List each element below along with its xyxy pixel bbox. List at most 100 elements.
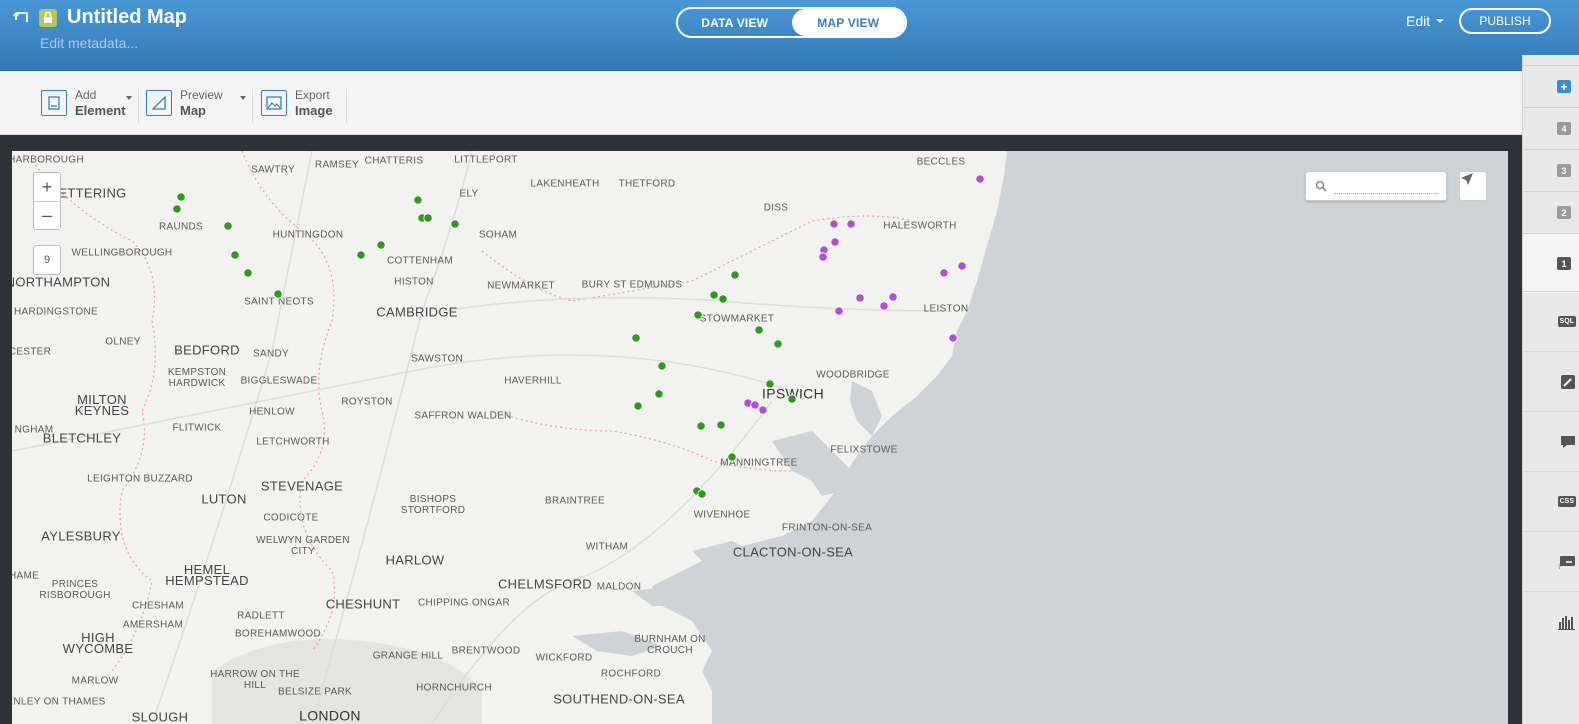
infowindow-tool[interactable]	[1523, 411, 1579, 471]
sql-icon: SQL	[1557, 316, 1576, 327]
map-point-purple[interactable]	[758, 405, 768, 415]
add-layer-tab[interactable]: +	[1523, 65, 1579, 107]
data-view-button[interactable]: DATA VIEW	[678, 9, 792, 36]
export-label-top: Export	[295, 88, 330, 102]
export-image-button[interactable]: Export Image	[261, 71, 333, 135]
map-canvas[interactable]: HARBOROUGH SAWTRY RAMSEY CHATTERIS LITTLEPOR…	[12, 151, 1508, 724]
publish-button[interactable]: PUBLISH	[1459, 8, 1551, 34]
map-point-green[interactable]	[376, 240, 386, 250]
edit-label: Edit	[1406, 13, 1431, 29]
map-search-input[interactable]	[1334, 178, 1438, 194]
map-point-green[interactable]	[787, 394, 797, 404]
map-point-green[interactable]	[696, 421, 706, 431]
map-point-green[interactable]	[413, 195, 423, 205]
map-point-green[interactable]	[450, 219, 460, 229]
toolbar-divider	[138, 89, 139, 123]
layer-tab-3[interactable]: 3	[1523, 149, 1579, 191]
map-point-green[interactable]	[727, 452, 737, 462]
map-point-purple[interactable]	[834, 306, 844, 316]
map-point-green[interactable]	[765, 379, 775, 389]
wizard-tool[interactable]	[1523, 351, 1579, 411]
preview-icon	[146, 90, 172, 116]
image-icon	[261, 90, 287, 116]
map-point-green[interactable]	[709, 290, 719, 300]
layer-number: 2	[1557, 206, 1571, 219]
map-toolbar: Add Element Preview Map Export Image	[0, 71, 1522, 135]
map-point-green[interactable]	[697, 489, 707, 499]
zoom-in-button[interactable]: +	[34, 173, 60, 201]
toolbar-divider	[346, 89, 347, 123]
map-point-purple[interactable]	[846, 219, 856, 229]
lock-icon[interactable]	[39, 9, 57, 27]
map-points-layer	[172, 174, 985, 499]
infowindow-icon	[1561, 435, 1575, 448]
map-point-green[interactable]	[631, 333, 641, 343]
layer-tab-1[interactable]: 1	[1523, 233, 1579, 293]
layer-tab-2[interactable]: 2	[1523, 191, 1579, 233]
layer-number: 1	[1557, 257, 1571, 270]
widgets-tool[interactable]	[1523, 591, 1579, 651]
map-point-green[interactable]	[716, 420, 726, 430]
preview-dropdown-icon[interactable]	[240, 96, 246, 100]
map-point-purple[interactable]	[830, 237, 840, 247]
map-point-green[interactable]	[223, 221, 233, 231]
map-point-green[interactable]	[423, 213, 433, 223]
plus-icon: +	[1557, 80, 1571, 94]
css-tool[interactable]: CSS	[1523, 471, 1579, 531]
map-point-green[interactable]	[172, 204, 182, 214]
sql-tool[interactable]: SQL	[1523, 291, 1579, 351]
map-point-green[interactable]	[273, 289, 283, 299]
map-point-purple[interactable]	[939, 268, 949, 278]
histogram-icon	[1558, 615, 1575, 630]
view-toggle: DATA VIEW MAP VIEW	[676, 7, 907, 38]
preview-map-button[interactable]: Preview Map	[146, 71, 246, 135]
location-arrow-icon	[1461, 173, 1473, 185]
map-title[interactable]: Untitled Map	[67, 6, 187, 29]
map-point-purple[interactable]	[829, 219, 839, 229]
map-point-green[interactable]	[633, 401, 643, 411]
map-point-green[interactable]	[176, 192, 186, 202]
legend-tool[interactable]: ?	[1523, 531, 1579, 591]
top-header: Untitled Map Edit metadata... DATA VIEW …	[0, 0, 1579, 71]
map-point-purple[interactable]	[879, 301, 889, 311]
map-view-button[interactable]: MAP VIEW	[791, 9, 905, 36]
layer-number: 4	[1557, 122, 1571, 135]
layer-tab-4[interactable]: 4	[1523, 107, 1579, 149]
zoom-out-button[interactable]: –	[34, 201, 60, 229]
add-label-top: Add	[75, 88, 97, 102]
preview-label-top: Preview	[180, 88, 223, 102]
right-sidebar: + 4 3 2 1 SQL CSS ?	[1522, 55, 1579, 724]
svg-text:?: ?	[1558, 564, 1561, 570]
map-point-purple[interactable]	[948, 333, 958, 343]
map-point-green[interactable]	[657, 361, 667, 371]
export-label-bottom: Image	[295, 103, 333, 118]
edit-dropdown[interactable]: Edit	[1406, 13, 1445, 29]
locate-button[interactable]	[1459, 171, 1487, 201]
map-point-green[interactable]	[693, 310, 703, 320]
add-element-button[interactable]: Add Element	[41, 71, 132, 135]
map-point-green[interactable]	[773, 339, 783, 349]
map-point-purple[interactable]	[750, 400, 760, 410]
edit-metadata-link[interactable]: Edit metadata...	[40, 35, 138, 51]
legend-icon: ?	[1558, 555, 1575, 570]
add-label-bottom: Element	[75, 103, 126, 118]
map-point-green[interactable]	[230, 250, 240, 260]
preview-label-bottom: Map	[180, 103, 206, 118]
map-point-purple[interactable]	[888, 292, 898, 302]
map-point-purple[interactable]	[975, 174, 985, 184]
zoom-control: + –	[33, 172, 61, 230]
map-point-green[interactable]	[730, 270, 740, 280]
css-icon: CSS	[1557, 496, 1576, 507]
map-point-purple[interactable]	[855, 293, 865, 303]
chevron-down-icon	[1436, 19, 1445, 23]
map-point-purple[interactable]	[818, 252, 828, 262]
map-point-green[interactable]	[754, 325, 764, 335]
map-point-green[interactable]	[718, 294, 728, 304]
map-point-green[interactable]	[356, 250, 366, 260]
map-point-purple[interactable]	[957, 261, 967, 271]
search-icon	[1315, 180, 1327, 192]
map-point-green[interactable]	[654, 389, 664, 399]
back-arrow-icon[interactable]	[13, 10, 31, 26]
map-point-green[interactable]	[243, 268, 253, 278]
add-dropdown-icon[interactable]	[126, 96, 132, 100]
